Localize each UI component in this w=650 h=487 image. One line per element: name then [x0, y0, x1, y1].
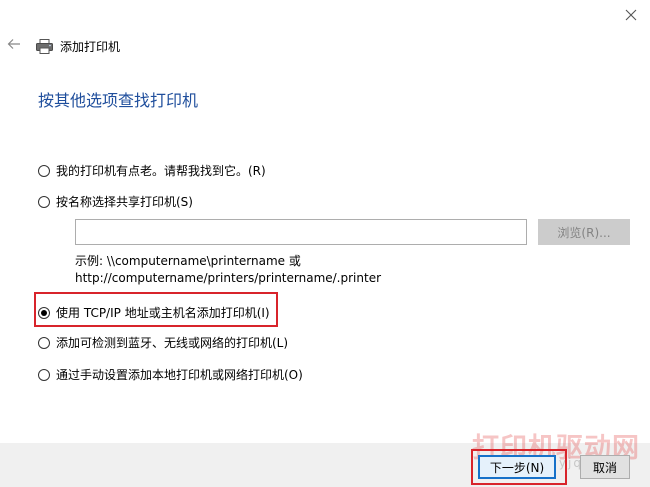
example-line-1: 示例: \\computername\printername 或 — [75, 254, 301, 268]
example-line-2: http://computername/printers/printername… — [75, 271, 382, 285]
back-button[interactable] — [4, 34, 24, 54]
radio-button[interactable] — [38, 195, 50, 208]
radio-button[interactable] — [38, 164, 50, 177]
example-text: 示例: \\computername\printername 或 http://… — [75, 253, 381, 287]
close-icon — [625, 9, 637, 21]
radio-button[interactable] — [38, 336, 50, 349]
radio-button-selected[interactable] — [38, 306, 50, 319]
dialog-title: 添加打印机 — [60, 39, 121, 54]
radio-button[interactable] — [38, 368, 50, 381]
next-button[interactable]: 下一步(N) — [478, 455, 556, 479]
option-label: 通过手动设置添加本地打印机或网络打印机(O) — [56, 368, 303, 382]
shared-printer-name-input[interactable] — [75, 219, 527, 245]
option-manual-settings[interactable]: 通过手动设置添加本地打印机或网络打印机(O) — [38, 366, 303, 383]
option-label: 使用 TCP/IP 地址或主机名添加打印机(I) — [56, 306, 270, 320]
option-label: 我的打印机有点老。请帮我找到它。(R) — [56, 164, 266, 178]
option-shared-printer[interactable]: 按名称选择共享打印机(S) — [38, 193, 193, 210]
option-label: 添加可检测到蓝牙、无线或网络的打印机(L) — [56, 336, 289, 350]
dialog-title-bar: 添加打印机 — [36, 36, 120, 56]
cancel-button[interactable]: 取消 — [580, 455, 630, 479]
option-old-printer[interactable]: 我的打印机有点老。请帮我找到它。(R) — [38, 162, 266, 179]
browse-button[interactable]: 浏览(R)... — [538, 219, 630, 245]
option-bluetooth-wireless[interactable]: 添加可检测到蓝牙、无线或网络的打印机(L) — [38, 334, 288, 351]
printer-icon — [36, 38, 53, 54]
back-arrow-icon — [7, 39, 20, 49]
option-tcpip[interactable]: 使用 TCP/IP 地址或主机名添加打印机(I) — [38, 304, 270, 321]
option-label: 按名称选择共享打印机(S) — [56, 195, 193, 209]
page-heading: 按其他选项查找打印机 — [38, 91, 199, 110]
close-button[interactable] — [618, 4, 644, 26]
